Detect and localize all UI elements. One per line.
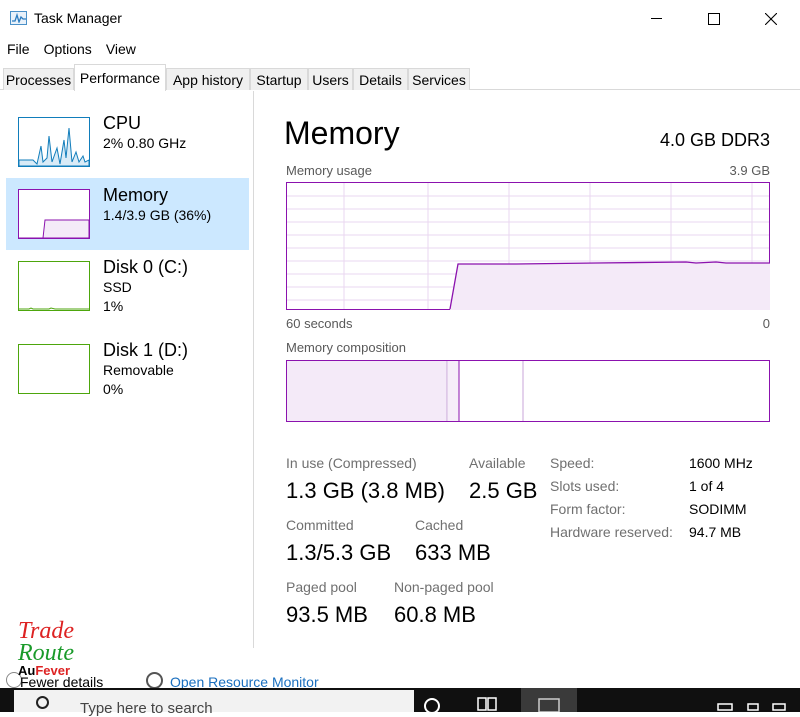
- speed-label: Speed:: [550, 455, 595, 471]
- sidebar-item-detail: 0%: [103, 381, 124, 397]
- sidebar-item-title: CPU: [103, 113, 142, 133]
- speed-value: 1600 MHz: [689, 455, 753, 471]
- search-icon: [36, 696, 49, 709]
- paged-pool-value: 93.5 MB: [286, 602, 368, 627]
- graph-time-left: 60 seconds: [286, 316, 353, 331]
- tab-details[interactable]: Details: [353, 68, 408, 90]
- task-view-icon[interactable]: [476, 694, 498, 712]
- search-placeholder: Type here to search: [80, 700, 213, 717]
- taskbar: Type here to search: [0, 688, 800, 717]
- page-title: Memory: [284, 115, 400, 151]
- nonpaged-pool-label: Non-paged pool: [394, 579, 494, 595]
- composition-label: Memory composition: [286, 340, 406, 355]
- menu-view[interactable]: View: [99, 38, 143, 60]
- tab-performance[interactable]: Performance: [74, 64, 166, 91]
- disk-1-thumbnail-graph: [18, 344, 90, 394]
- task-manager-taskbar-icon: [538, 698, 560, 712]
- sidebar-item-disk-1[interactable]: Disk 1 (D:) Removable 0%: [6, 333, 249, 405]
- committed-label: Committed: [286, 517, 354, 533]
- memory-composition-bar[interactable]: [286, 360, 770, 422]
- nonpaged-pool-value: 60.8 MB: [394, 602, 476, 627]
- in-use-value: 1.3 GB (3.8 MB): [286, 478, 445, 503]
- resource-list: CPU 2% 0.80 GHz Memory 1.4/3.9 GB (36%) …: [0, 91, 254, 648]
- watermark-line-4: Fever: [35, 663, 71, 678]
- slots-used-label: Slots used:: [550, 478, 620, 494]
- tab-users[interactable]: Users: [308, 68, 353, 90]
- watermark-logo: Trade Route AuFever: [18, 618, 98, 690]
- taskbar-search-box[interactable]: Type here to search: [14, 690, 414, 717]
- memory-detail-pane: Memory 4.0 GB DDR3 Memory usage 3.9 GB 6…: [255, 91, 800, 648]
- cached-value: 633 MB: [415, 540, 491, 565]
- system-tray-icon[interactable]: [714, 694, 736, 712]
- footer-bar: Fewer details Open Resource Monitor: [0, 648, 800, 690]
- menu-options[interactable]: Options: [37, 38, 99, 60]
- tab-app-history[interactable]: App history: [166, 68, 250, 90]
- graph-time-right: 0: [762, 316, 770, 331]
- tab-processes[interactable]: Processes: [3, 68, 74, 90]
- available-value: 2.5 GB: [469, 478, 538, 503]
- sidebar-item-detail: 1%: [103, 298, 124, 314]
- menu-file[interactable]: File: [0, 38, 37, 60]
- title-bar: Task Manager: [0, 0, 800, 37]
- watermark-line-1: Trade: [18, 618, 75, 644]
- memory-thumbnail-graph: [18, 189, 90, 239]
- slots-used-value: 1 of 4: [689, 478, 725, 494]
- paged-pool-label: Paged pool: [286, 579, 357, 595]
- sidebar-item-title: Disk 0 (C:): [103, 257, 188, 277]
- sidebar-item-detail: 2% 0.80 GHz: [103, 135, 187, 151]
- cpu-thumbnail-graph: [18, 117, 90, 167]
- watermark-line-2: Route: [18, 640, 74, 666]
- hardware-reserved-value: 94.7 MB: [689, 524, 742, 540]
- network-icon[interactable]: [770, 694, 788, 712]
- menu-bar: File Options View: [0, 38, 800, 60]
- tab-strip: Processes Performance App history Startu…: [0, 64, 800, 91]
- memory-usage-graph: [286, 182, 770, 310]
- sidebar-item-detail: Removable: [103, 362, 174, 378]
- sidebar-item-memory[interactable]: Memory 1.4/3.9 GB (36%): [6, 178, 249, 250]
- disk-0-thumbnail-graph: [18, 261, 90, 311]
- minimize-button[interactable]: [628, 0, 686, 37]
- tab-startup[interactable]: Startup: [250, 68, 308, 90]
- task-manager-icon: [10, 11, 27, 25]
- volume-icon[interactable]: [745, 694, 763, 712]
- memory-spec: 4.0 GB DDR3: [659, 130, 770, 150]
- sidebar-item-disk-0[interactable]: Disk 0 (C:) SSD 1%: [6, 250, 249, 322]
- usage-graph-max: 3.9 GB: [729, 163, 770, 178]
- sidebar-item-title: Memory: [103, 185, 169, 205]
- window-title: Task Manager: [34, 10, 122, 26]
- form-factor-label: Form factor:: [550, 501, 626, 517]
- available-label: Available: [469, 455, 526, 471]
- hardware-reserved-label: Hardware reserved:: [550, 524, 673, 540]
- sidebar-item-title: Disk 1 (D:): [103, 340, 188, 360]
- maximize-button[interactable]: [685, 0, 743, 37]
- sidebar-item-cpu[interactable]: CPU 2% 0.80 GHz: [6, 106, 249, 178]
- resource-monitor-icon[interactable]: [146, 672, 163, 689]
- watermark-line-3: Au: [18, 663, 36, 678]
- committed-value: 1.3/5.3 GB: [286, 540, 392, 565]
- sidebar-item-detail: SSD: [103, 279, 132, 295]
- usage-graph-label: Memory usage: [286, 163, 372, 178]
- cached-label: Cached: [415, 517, 464, 533]
- sidebar-item-detail: 1.4/3.9 GB (36%): [103, 207, 212, 223]
- in-use-label: In use (Compressed): [286, 455, 417, 471]
- tab-services[interactable]: Services: [408, 68, 470, 90]
- form-factor-value: SODIMM: [689, 501, 747, 517]
- cortana-icon[interactable]: [422, 694, 442, 712]
- close-button[interactable]: [742, 0, 800, 37]
